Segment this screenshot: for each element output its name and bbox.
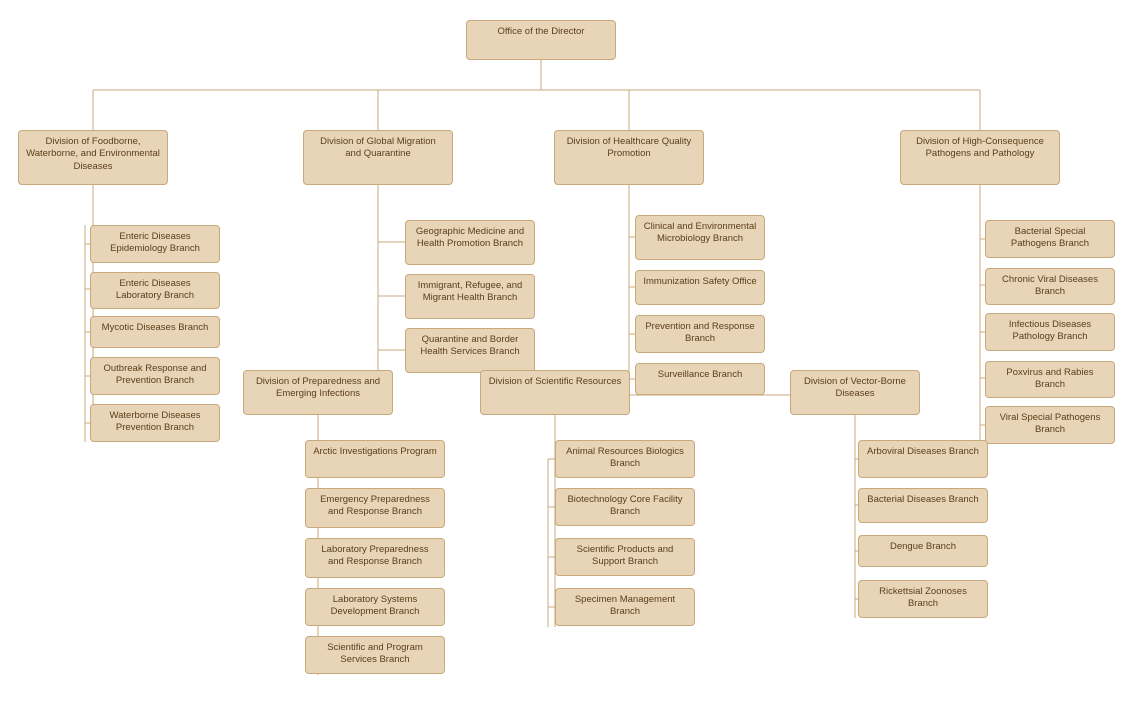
immunization-box: Immunization Safety Office bbox=[635, 270, 765, 305]
infectious_path-box: Infectious Diseases Pathology Branch bbox=[985, 313, 1115, 351]
sci_products-box: Scientific Products and Support Branch bbox=[555, 538, 695, 576]
poxvirus-box: Poxvirus and Rabies Branch bbox=[985, 361, 1115, 398]
chronic_viral-box: Chronic Viral Diseases Branch bbox=[985, 268, 1115, 305]
emergency_prep-box: Emergency Preparedness and Response Bran… bbox=[305, 488, 445, 528]
bacterial_dis-box: Bacterial Diseases Branch bbox=[858, 488, 988, 523]
div_high-box: Division of High-Consequence Pathogens a… bbox=[900, 130, 1060, 185]
bacterial_special-box: Bacterial Special Pathogens Branch bbox=[985, 220, 1115, 258]
prevention_resp-box: Prevention and Response Branch bbox=[635, 315, 765, 353]
arboviral-box: Arboviral Diseases Branch bbox=[858, 440, 988, 478]
div_food-box: Division of Foodborne, Waterborne, and E… bbox=[18, 130, 168, 185]
surveillance-box: Surveillance Branch bbox=[635, 363, 765, 395]
div_health-box: Division of Healthcare Quality Promotion bbox=[554, 130, 704, 185]
biotech-box: Biotechnology Core Facility Branch bbox=[555, 488, 695, 526]
viral_special-box: Viral Special Pathogens Branch bbox=[985, 406, 1115, 444]
sci_prog-box: Scientific and Program Services Branch bbox=[305, 636, 445, 674]
enteric_lab-box: Enteric Diseases Laboratory Branch bbox=[90, 272, 220, 309]
immigrant-box: Immigrant, Refugee, and Migrant Health B… bbox=[405, 274, 535, 319]
div_vector-box: Division of Vector-Borne Diseases bbox=[790, 370, 920, 415]
div_sci-box: Division of Scientific Resources bbox=[480, 370, 630, 415]
clinical_env-box: Clinical and Environmental Microbiology … bbox=[635, 215, 765, 260]
lab_sys-box: Laboratory Systems Development Branch bbox=[305, 588, 445, 626]
dengue-box: Dengue Branch bbox=[858, 535, 988, 567]
div_global-box: Division of Global Migration and Quarant… bbox=[303, 130, 453, 185]
arctic-box: Arctic Investigations Program bbox=[305, 440, 445, 478]
quarantine_border-box: Quarantine and Border Health Services Br… bbox=[405, 328, 535, 373]
div_prep-box: Division of Preparedness and Emerging In… bbox=[243, 370, 393, 415]
waterborne-box: Waterborne Diseases Prevention Branch bbox=[90, 404, 220, 442]
specimen-box: Specimen Management Branch bbox=[555, 588, 695, 626]
org-chart: Office of the Director Division of Foodbo… bbox=[0, 0, 1132, 708]
mycotic-box: Mycotic Diseases Branch bbox=[90, 316, 220, 348]
outbreak-box: Outbreak Response and Prevention Branch bbox=[90, 357, 220, 395]
geo_med-box: Geographic Medicine and Health Promotion… bbox=[405, 220, 535, 265]
animal_res-box: Animal Resources Biologics Branch bbox=[555, 440, 695, 478]
enteric_epi-box: Enteric Diseases Epidemiology Branch bbox=[90, 225, 220, 263]
lab_prep-box: Laboratory Preparedness and Response Bra… bbox=[305, 538, 445, 578]
rickettsial-box: Rickettsial Zoonoses Branch bbox=[858, 580, 988, 618]
director-box: Office of the Director bbox=[466, 20, 616, 60]
